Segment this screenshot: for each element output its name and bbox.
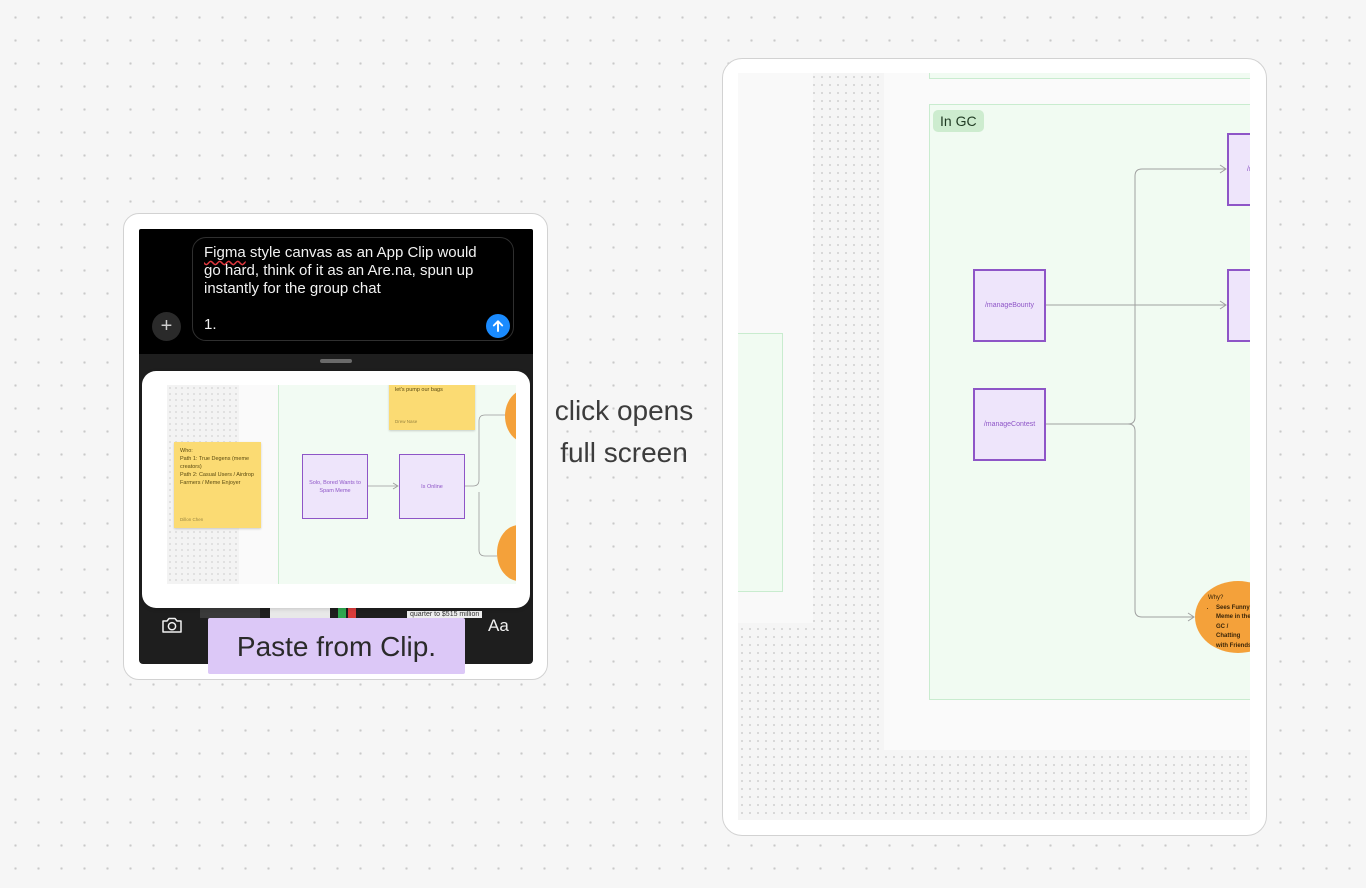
flow-node-partial[interactable] (1227, 269, 1250, 342)
why-bubble-text: Why? Sees Funny Meme in the GC / Chattin… (1208, 594, 1250, 651)
flow-node[interactable]: Solo, Bored Wants to Spam Meme (302, 454, 368, 519)
message-text-body: style canvas as an App Clip would go har… (204, 244, 477, 297)
tray-thumb-caption: quarter to $515 million (407, 611, 483, 618)
flow-node-label: /n (1247, 166, 1250, 173)
flow-node-manage-bounty[interactable]: /manageBounty (973, 269, 1046, 342)
sheet-grabber[interactable] (320, 359, 352, 363)
send-button[interactable] (486, 314, 510, 338)
message-list-number: 1. (204, 316, 217, 333)
flow-node[interactable]: Is Online (399, 454, 465, 519)
flow-node-partial[interactable]: /n (1227, 133, 1250, 206)
caption-badge: Paste from Clip. (208, 618, 465, 674)
add-attachment-button[interactable]: + (152, 312, 181, 341)
flow-node-label: Solo, Bored Wants to Spam Meme (309, 479, 361, 494)
why-list: Sees Funny Meme in the GC / Chatting wit… (1208, 604, 1250, 652)
flow-node-label: Is Online (421, 483, 443, 490)
preview-canvas[interactable]: let's pump our bags Drew Nase Who: Path … (167, 385, 516, 584)
fullscreen-canvas[interactable]: In GC /manageBounty /manageContest /n Wh… (738, 73, 1250, 820)
flow-node-label: /manageBounty (984, 302, 1035, 309)
annotation-line: full screen (560, 437, 688, 468)
flow-node-label: /manageContest (983, 421, 1036, 428)
why-bullet: Sees Funny Meme in the GC / Chatting wit… (1216, 604, 1250, 652)
camera-icon[interactable] (160, 615, 184, 640)
flow-node-manage-contest[interactable]: /manageContest (973, 388, 1046, 461)
message-text[interactable]: Figma style canvas as an App Clip would … (204, 244, 494, 298)
annotation-line: click opens (554, 395, 694, 426)
text-format-button[interactable]: Aa (488, 616, 509, 636)
misspelled-word: Figma (204, 244, 246, 261)
annotation-text: click opens full screen (540, 390, 708, 474)
why-title: Why? (1208, 595, 1224, 601)
arrow-up-icon (492, 320, 504, 332)
